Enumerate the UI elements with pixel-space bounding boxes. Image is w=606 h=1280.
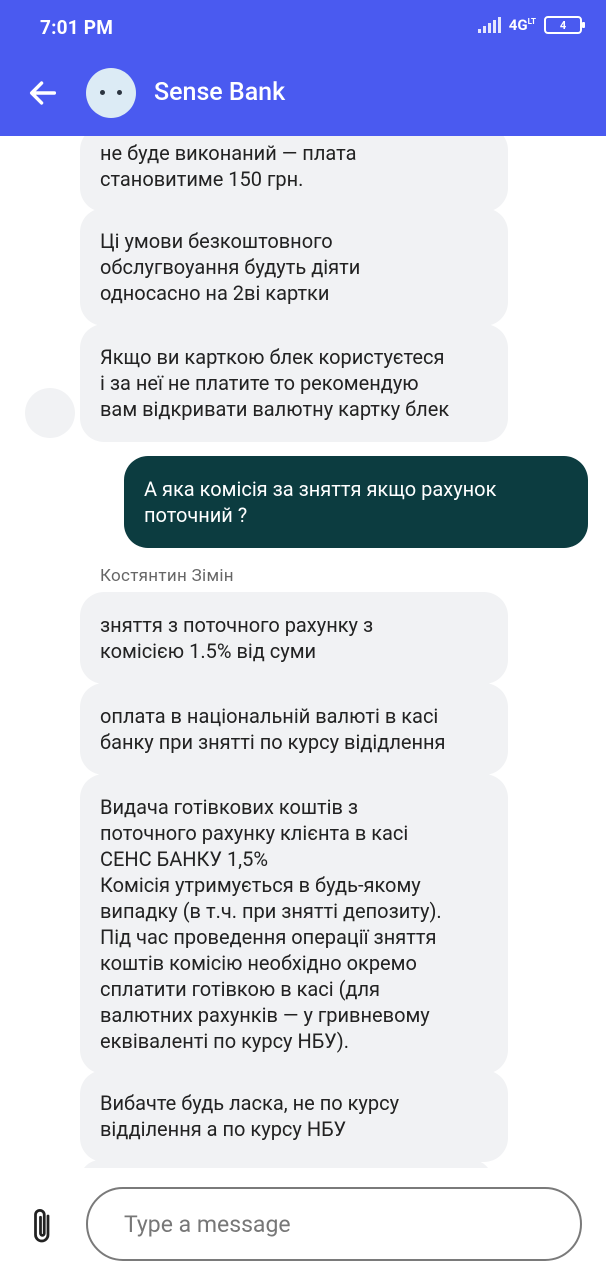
message-text: зняття з поточного рахунку з комісією 1.… bbox=[100, 613, 374, 663]
message-text: А яка комісія за зняття якщо рахунок пот… bbox=[144, 477, 497, 527]
signal-icon bbox=[477, 17, 501, 33]
message-text: Вибачте будь ласка, не по курсу відділен… bbox=[100, 1091, 400, 1141]
chat-history[interactable]: не буде виконаний — плата становитиме 15… bbox=[0, 136, 606, 1168]
message-bubble: Видача готівкових коштів з поточного рах… bbox=[80, 774, 508, 1074]
message-bubble: зняття з поточного рахунку з комісією 1.… bbox=[80, 592, 508, 684]
message-text: оплата в національній валюті в касі банк… bbox=[100, 704, 446, 754]
battery-icon: 4 bbox=[544, 16, 585, 34]
arrow-left-icon[interactable] bbox=[26, 76, 60, 110]
message-text: Якщо ви карткою блек користуєтеся і за н… bbox=[100, 345, 450, 421]
status-time: 7:01 PM bbox=[40, 16, 114, 39]
chat-title: Sense Bank bbox=[154, 78, 286, 107]
message-bubble: не буде виконаний — плата становитиме 15… bbox=[80, 136, 508, 212]
battery-level: 4 bbox=[559, 18, 567, 32]
message-bubble: оплата в національній валюті в касі банк… bbox=[80, 683, 508, 775]
paperclip-icon[interactable] bbox=[28, 1206, 58, 1246]
message-bubble-partial bbox=[80, 1160, 492, 1168]
message-text: Видача готівкових коштів з поточного рах… bbox=[100, 795, 442, 1053]
user-message-bubble: А яка комісія за зняття якщо рахунок пот… bbox=[124, 456, 588, 548]
bot-face-icon bbox=[86, 68, 136, 118]
status-indicators: 4GLT 4 bbox=[477, 16, 585, 34]
message-bubble: Якщо ви карткою блек користуєтеся і за н… bbox=[80, 324, 508, 442]
message-input[interactable] bbox=[86, 1187, 582, 1261]
message-bubble: Ці умови безкоштовного обслугвоуання буд… bbox=[80, 208, 508, 326]
message-bubble: Вибачте будь ласка, не по курсу відділен… bbox=[80, 1070, 508, 1162]
message-composer bbox=[0, 1168, 606, 1280]
network-type: 4GLT bbox=[508, 16, 536, 34]
message-text: Ці умови безкоштовного обслугвоуання буд… bbox=[100, 229, 361, 305]
sender-name: Костянтин Зімін bbox=[100, 566, 234, 586]
app-header: 7:01 PM 4GLT 4 Sense Bank bbox=[0, 0, 606, 136]
agent-avatar bbox=[25, 388, 75, 438]
message-text: не буде виконаний — плата становитиме 15… bbox=[100, 141, 357, 191]
